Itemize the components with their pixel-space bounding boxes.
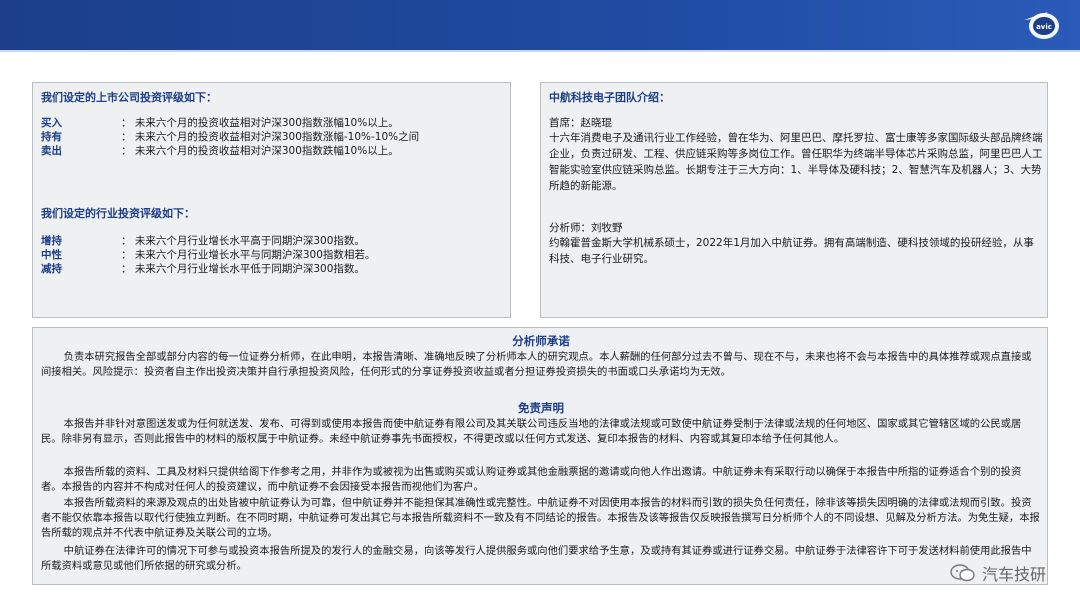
disclaimer-panel: 分析师承诺 负责本研究报告全部或部分内容的每一位证券分析师，在此申明，本报告清晰… <box>32 327 1048 585</box>
rating-desc: ： 未来六个月行业增长水平高于同期沪深300指数。 <box>121 235 365 247</box>
industry-rating-underweight: 减持 ： 未来六个月行业增长水平低于同期沪深300指数。 <box>41 262 365 276</box>
analyst-bio: 约翰霍普金斯大学机械系硕士，2022年1月加入中航证券。拥有高端制造、硬科技领域… <box>549 237 1034 265</box>
company-rating-title: 我们设定的上市公司投资评级如下： <box>41 91 217 104</box>
rating-definitions-panel: 我们设定的上市公司投资评级如下： 买入 ： 未来六个月的投资收益相对沪深300指数… <box>32 82 511 318</box>
rating-label: 中性 <box>41 249 62 261</box>
rating-desc: ： 未来六个月行业增长水平与同期沪深300指数相若。 <box>121 249 376 261</box>
analyst-name: 分析师：刘牧野 <box>549 222 623 234</box>
rating-desc: ： 未来六个月的投资收益相对沪深300指数涨幅10%以上。 <box>121 117 399 129</box>
watermark: 汽车技研 <box>950 561 1046 585</box>
banner-divider <box>0 50 1080 52</box>
rating-desc: ： 未来六个月的投资收益相对沪深300指数涨幅-10%-10%之间 <box>121 131 420 143</box>
rating-label: 买入 <box>41 117 62 129</box>
team-intro-title: 中航科技电子团队介绍： <box>549 91 670 104</box>
logo-text: avic <box>1036 23 1052 31</box>
company-rating-sell: 卖出 ： 未来六个月的投资收益相对沪深300指数跌幅10%以上。 <box>41 144 399 158</box>
wechat-icon <box>950 564 975 582</box>
disclaimer-paragraph: 本报告所载资料的来源及观点的出处皆被中航证券认为可靠，但中航证券并不能担保其准确… <box>41 497 1040 540</box>
company-rating-hold: 持有 ： 未来六个月的投资收益相对沪深300指数涨幅-10%-10%之间 <box>41 130 419 144</box>
disclaimer-title: 免责声明 <box>518 401 564 415</box>
rating-label: 持有 <box>41 131 62 143</box>
rating-label: 增持 <box>41 235 62 247</box>
rating-label: 卖出 <box>41 145 62 157</box>
rating-desc: ： 未来六个月行业增长水平低于同期沪深300指数。 <box>121 263 365 275</box>
industry-rating-title: 我们设定的行业投资评级如下： <box>41 207 195 220</box>
industry-rating-neutral: 中性 ： 未来六个月行业增长水平与同期沪深300指数相若。 <box>41 248 375 262</box>
rating-label: 减持 <box>41 263 62 275</box>
disclaimer-paragraph: 本报告所载的资料、工具及材料只提供给阁下作参考之用，并非作为或被视为出售或购买或… <box>41 466 1022 494</box>
chief-bio: 十六年消费电子及通讯行业工作经验，曾在华为、阿里巴巴、摩托罗拉、富士康等多家国际… <box>549 132 1043 192</box>
analyst-commitment-text: 负责本研究报告全部或部分内容的每一位证券分析师，在此申明，本报告清晰、准确地反映… <box>41 351 1032 379</box>
industry-rating-overweight: 增持 ： 未来六个月行业增长水平高于同期沪深300指数。 <box>41 234 365 248</box>
top-banner <box>0 0 1080 50</box>
watermark-text: 汽车技研 <box>981 565 1046 584</box>
company-rating-buy: 买入 ： 未来六个月的投资收益相对沪深300指数涨幅10%以上。 <box>41 116 399 130</box>
avic-logo-icon: avic <box>1024 12 1059 39</box>
disclaimer-paragraph: 中航证券在法律许可的情况下可参与或投资本报告所提及的发行人的金融交易，向该等发行… <box>41 545 1032 573</box>
disclaimer-paragraph: 本报告并非针对意图送发或为任何就送发、发布、可得到或使用本报告而使中航证券有限公… <box>41 418 1022 446</box>
chief-name: 首席：赵晓琨 <box>549 117 612 129</box>
rating-desc: ： 未来六个月的投资收益相对沪深300指数跌幅10%以上。 <box>121 145 399 157</box>
team-intro-panel: 中航科技电子团队介绍： 首席：赵晓琨 十六年消费电子及通讯行业工作经验，曾在华为… <box>540 82 1048 318</box>
analyst-commitment-title: 分析师承诺 <box>512 334 570 348</box>
